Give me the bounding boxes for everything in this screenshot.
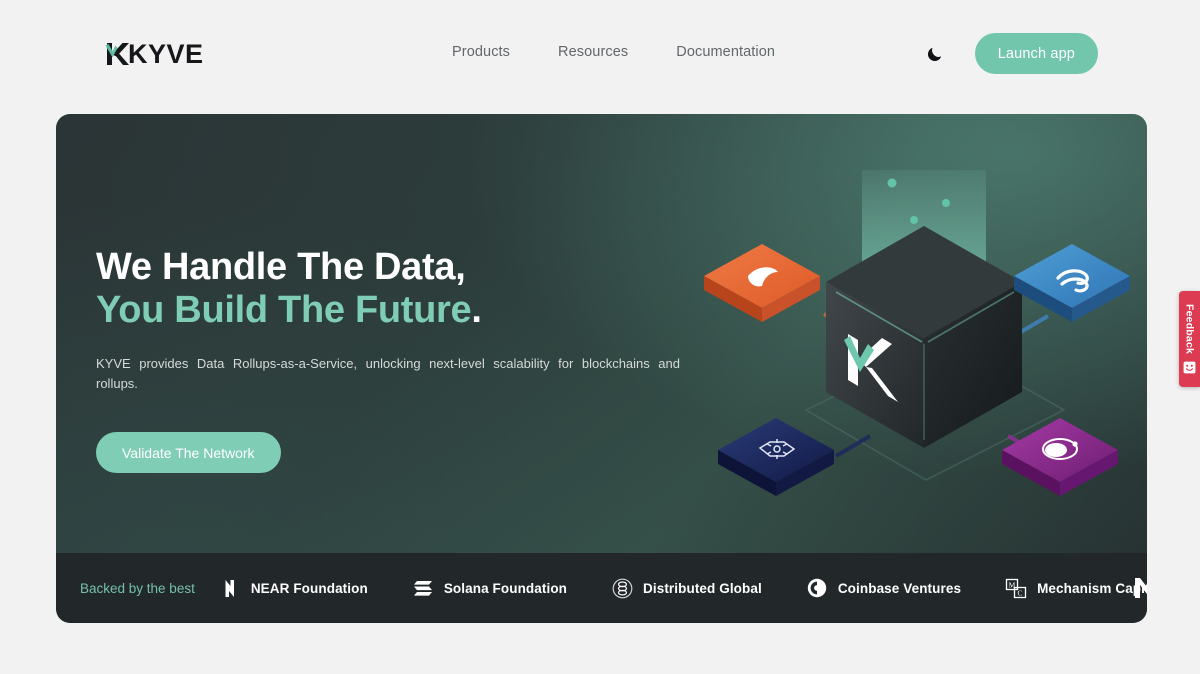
near-icon [219, 577, 241, 599]
partner-name: Solana Foundation [443, 580, 568, 596]
brand-logo-text: KYVE [128, 39, 204, 69]
hero-heading: We Handle The Data, You Build The Future… [96, 246, 696, 332]
hero-copy: We Handle The Data, You Build The Future… [96, 246, 696, 473]
nav-item-resources[interactable]: Resources [558, 44, 628, 60]
mechanism-capital-icon: M C [1005, 577, 1027, 599]
partner-name: Mechanism Capital [1037, 580, 1147, 596]
partner-mechanism-capital[interactable]: M C Mechanism Capital [1005, 577, 1147, 599]
solana-icon [412, 577, 434, 599]
partner-distributed-global[interactable]: Distributed Global [611, 577, 762, 599]
site-header: KYVE Products Resources Documentation La… [0, 0, 1200, 108]
coinbase-icon [806, 577, 828, 599]
hero-illustration [696, 164, 1136, 564]
partner-name: Coinbase Ventures [837, 580, 962, 596]
brand-logo[interactable]: KYVE [104, 38, 204, 70]
partners-intro-label: Backed by the best [80, 580, 195, 596]
nav-item-documentation[interactable]: Documentation [676, 44, 775, 60]
landing-page: KYVE Products Resources Documentation La… [0, 0, 1200, 674]
partner-near-foundation[interactable]: NEAR Foundation [219, 577, 368, 599]
validate-network-button[interactable]: Validate The Network [96, 432, 281, 473]
partner-coinbase-ventures[interactable]: Coinbase Ventures [806, 577, 961, 599]
hero-subtitle: KYVE provides Data Rollups-as-a-Service,… [96, 356, 680, 391]
distributed-global-icon [611, 577, 633, 599]
nav-item-products[interactable]: Products [452, 44, 510, 60]
hero-heading-line1: We Handle The Data, [96, 246, 466, 288]
feedback-label: Feedback [1183, 303, 1196, 355]
main-nav: Products Resources Documentation [452, 44, 775, 60]
partner-logo-partial-icon[interactable] [1133, 576, 1147, 600]
hero-section: We Handle The Data, You Build The Future… [56, 114, 1147, 623]
feedback-tab[interactable]: Feedback [1179, 291, 1200, 387]
partners-bar: Backed by the best NEAR Foundation Solan… [56, 553, 1147, 623]
partner-name: Distributed Global [643, 580, 762, 596]
header-actions: Launch app [925, 33, 1098, 74]
kyve-k-mark-icon [104, 40, 130, 68]
partner-solana-foundation[interactable]: Solana Foundation [412, 577, 567, 599]
hero-heading-period: . [471, 289, 482, 331]
svg-text:C: C [1018, 588, 1023, 597]
moon-icon[interactable] [925, 43, 947, 65]
hero-heading-line2: You Build The Future. [96, 289, 482, 331]
partner-name: NEAR Foundation [250, 580, 368, 596]
smiley-feedback-icon [1183, 361, 1196, 374]
launch-app-button[interactable]: Launch app [974, 33, 1098, 74]
